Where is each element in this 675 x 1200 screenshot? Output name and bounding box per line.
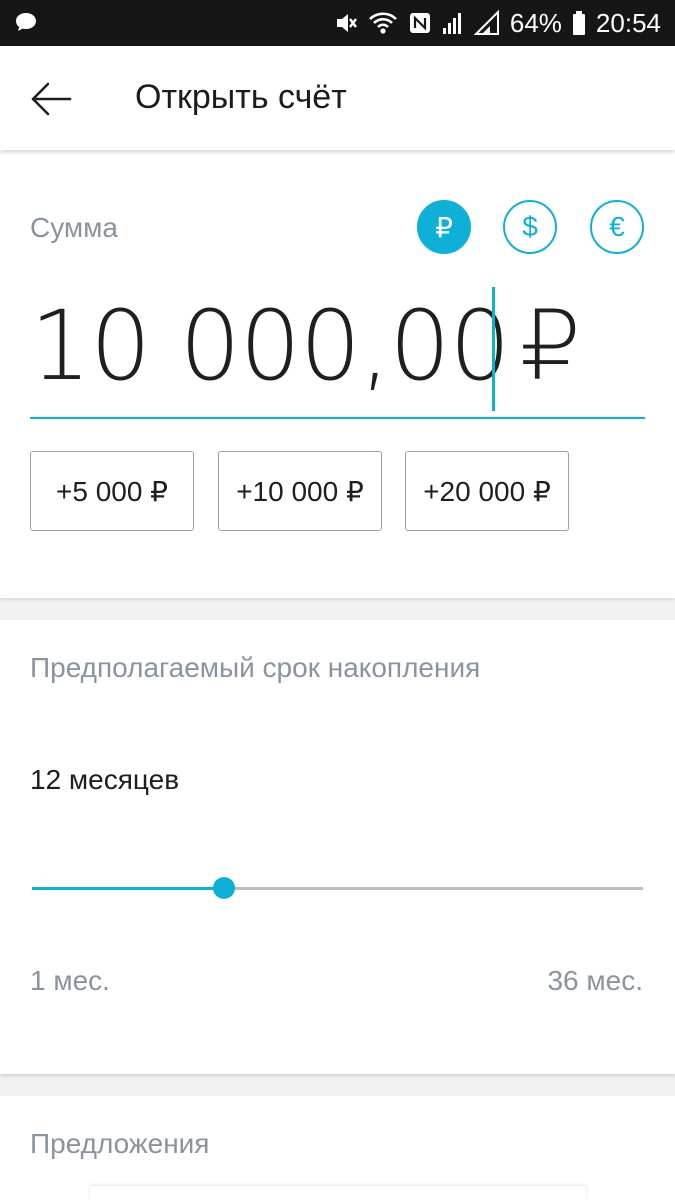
slider-thumb[interactable] xyxy=(213,877,235,899)
arrow-left-icon[interactable] xyxy=(28,76,74,122)
quick-add-5000-button[interactable]: +5 000 ₽ xyxy=(30,451,194,531)
nfc-icon xyxy=(408,10,432,36)
slider-fill xyxy=(32,887,224,890)
wifi-icon xyxy=(368,10,398,36)
message-icon xyxy=(14,11,38,33)
currency-rub-button[interactable]: ₽ xyxy=(417,200,471,254)
term-label: Предполагаемый срок накопления xyxy=(30,652,481,683)
term-card: Предполагаемый срок накопления 12 месяце… xyxy=(0,620,675,1074)
amount-currency-symbol: ₽ xyxy=(520,290,582,402)
clock: 20:54 xyxy=(595,7,661,38)
currency-usd-button[interactable]: $ xyxy=(503,200,557,254)
amount-underline xyxy=(30,417,645,419)
offer-card-peek[interactable] xyxy=(90,1186,586,1200)
selected-term: 12 месяцев xyxy=(30,764,180,795)
quick-add-20000-button[interactable]: +20 000 ₽ xyxy=(405,451,569,531)
slider-min-label: 1 мес. xyxy=(30,965,110,996)
page-title: Открыть счёт xyxy=(135,78,347,116)
battery-icon xyxy=(572,10,586,36)
quick-add-10000-button[interactable]: +10 000 ₽ xyxy=(218,451,382,531)
currency-eur-button[interactable]: € xyxy=(590,200,644,254)
amount-label: Сумма xyxy=(30,212,118,243)
status-bar: 64% 20:54 xyxy=(0,0,675,46)
amount-input[interactable]: 10 000,00 xyxy=(30,298,511,394)
slider-max-label: 36 мес. xyxy=(547,965,643,996)
amount-card: Сумма ₽ $ € 10 000,00 ₽ +5 000 ₽ +10 000… xyxy=(0,150,675,598)
offers-card: Предложения xyxy=(0,1096,675,1200)
mute-icon xyxy=(334,10,358,36)
battery-percent: 64% xyxy=(509,7,562,38)
text-caret xyxy=(492,287,495,411)
offers-label: Предложения xyxy=(30,1128,210,1159)
term-slider[interactable] xyxy=(32,876,643,900)
signal-icon xyxy=(442,10,464,36)
signal-icon xyxy=(473,10,500,36)
app-bar: Открыть счёт xyxy=(0,46,675,150)
